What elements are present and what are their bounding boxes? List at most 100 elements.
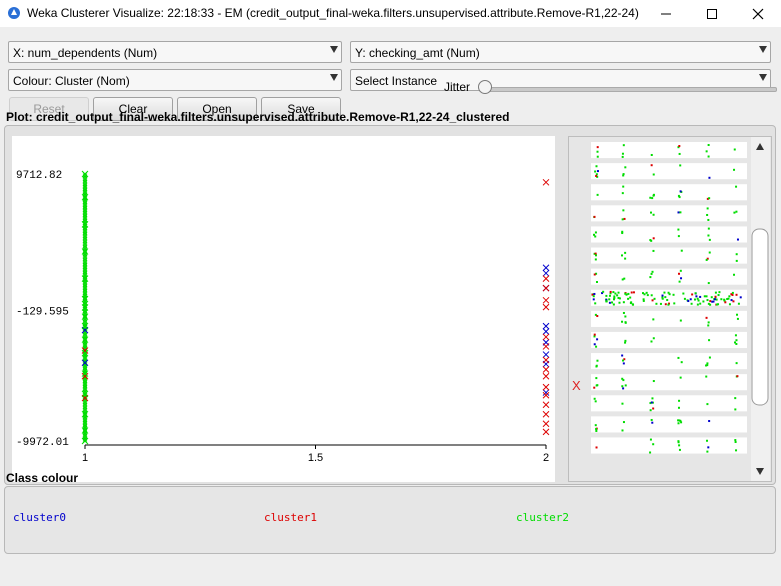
matrix-point	[733, 273, 736, 276]
matrix-point	[621, 429, 624, 432]
matrix-point	[629, 296, 632, 299]
matrix-point	[708, 339, 711, 342]
x-tick-label: 1	[82, 452, 88, 464]
matrix-point	[595, 446, 598, 449]
title-bar: Weka Clusterer Visualize: 22:18:33 - EM …	[0, 0, 781, 27]
matrix-point	[649, 438, 652, 441]
minimize-button[interactable]	[643, 0, 689, 27]
legend-cluster1[interactable]: cluster1	[264, 511, 317, 524]
matrix-point	[709, 300, 712, 303]
matrix-point	[677, 228, 680, 231]
matrix-point	[679, 164, 682, 167]
matrix-point	[595, 174, 598, 177]
matrix-point	[622, 311, 625, 314]
matrix-point	[707, 144, 710, 147]
matrix-point	[735, 253, 738, 256]
matrix-point	[622, 209, 625, 212]
colour-select[interactable]: Colour: Cluster (Nom)	[8, 69, 342, 91]
matrix-point	[737, 302, 740, 305]
matrix-point	[622, 144, 625, 147]
matrix-point	[605, 294, 608, 297]
matrix-point	[650, 153, 653, 156]
matrix-point	[734, 439, 737, 442]
matrix-point	[596, 155, 599, 158]
matrix-point	[652, 193, 655, 196]
matrix-point	[595, 365, 598, 368]
y-axis-select[interactable]: Y: checking_amt (Num)	[350, 41, 771, 63]
matrix-row	[591, 395, 747, 412]
matrix-point	[677, 441, 680, 444]
matrix-row	[591, 353, 747, 370]
matrix-point	[703, 295, 706, 298]
matrix-point	[605, 300, 608, 303]
chevron-down-icon	[330, 46, 338, 53]
jitter-slider-track[interactable]	[479, 87, 777, 92]
matrix-point	[594, 231, 597, 234]
matrix-point	[595, 429, 598, 432]
matrix-point	[707, 155, 710, 158]
matrix-point	[682, 292, 685, 295]
matrix-point	[732, 300, 735, 303]
matrix-point	[708, 356, 711, 359]
scatter-plot[interactable]: 9712.82 -129.595 -9972.01 1 1.5 2	[12, 136, 555, 482]
matrix-point	[680, 277, 683, 280]
matrix-point	[731, 291, 734, 294]
maximize-button[interactable]	[689, 0, 735, 27]
legend-cluster0[interactable]: cluster0	[13, 511, 66, 524]
matrix-point	[596, 193, 599, 196]
x-tick-label: 1.5	[308, 452, 323, 464]
matrix-scrollbar-thumb	[751, 228, 769, 406]
jitter-slider-thumb[interactable]	[478, 80, 492, 94]
matrix-point	[624, 321, 627, 324]
matrix-point	[614, 292, 617, 295]
weka-app-icon	[8, 7, 20, 19]
matrix-point	[661, 294, 664, 297]
matrix-point	[710, 296, 713, 299]
chevron-down-icon	[330, 74, 338, 81]
matrix-point	[706, 213, 709, 216]
matrix-point	[621, 230, 624, 233]
matrix-point	[624, 339, 627, 342]
matrix-point	[621, 192, 624, 195]
matrix-point	[594, 254, 597, 257]
matrix-point	[699, 295, 702, 298]
scatter-plot-svg: 9712.82 -129.595 -9972.01 1 1.5 2	[16, 170, 550, 464]
matrix-point	[595, 165, 598, 168]
x-axis-select[interactable]: X: num_dependents (Num)	[8, 41, 342, 63]
matrix-point	[714, 291, 717, 294]
close-button[interactable]	[735, 0, 781, 27]
attribute-bars-panel[interactable]	[568, 136, 772, 482]
matrix-point	[705, 150, 708, 153]
matrix-point	[650, 211, 653, 214]
matrix-point	[720, 298, 723, 301]
matrix-point	[708, 238, 711, 241]
matrix-point	[593, 397, 596, 400]
matrix-point	[735, 210, 738, 213]
matrix-point	[593, 386, 596, 389]
jitter-label: Jitter	[444, 80, 471, 94]
matrix-point	[651, 421, 654, 424]
matrix-point	[608, 301, 611, 304]
matrix-point	[649, 276, 652, 279]
matrix-point	[734, 408, 737, 411]
matrix-row	[591, 331, 747, 349]
chevron-down-icon	[759, 74, 767, 81]
matrix-point	[691, 293, 694, 296]
matrix-point	[696, 303, 699, 306]
matrix-point	[705, 375, 708, 378]
matrix-point	[677, 419, 680, 422]
matrix-point	[609, 290, 612, 293]
matrix-point	[596, 315, 599, 318]
matrix-point	[652, 443, 655, 446]
matrix-point	[679, 319, 682, 322]
legend-cluster2[interactable]: cluster2	[516, 511, 569, 524]
matrix-point	[602, 290, 605, 293]
matrix-point	[621, 152, 624, 155]
class-colour-label: Class colour	[6, 471, 79, 485]
matrix-point	[651, 299, 654, 302]
matrix-point	[680, 361, 683, 364]
matrix-point	[594, 424, 597, 427]
matrix-point	[623, 217, 626, 220]
matrix-row	[591, 142, 747, 159]
matrix-point	[705, 316, 708, 319]
